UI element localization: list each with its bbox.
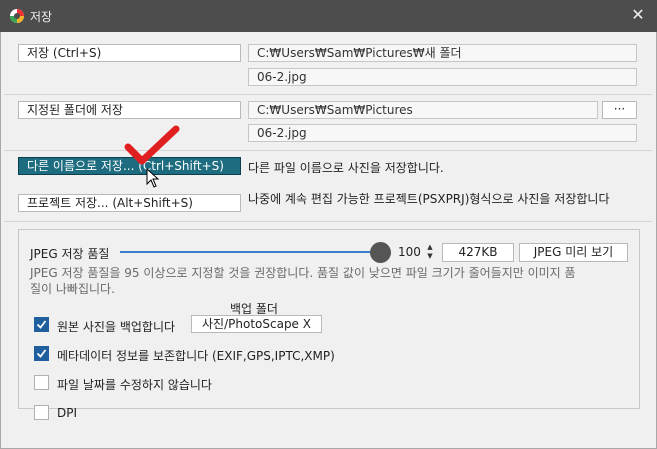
divider <box>4 150 652 151</box>
folder-filename-field: 06-2.jpg <box>248 124 637 142</box>
quality-stepper[interactable]: ▲ ▼ <box>424 243 436 261</box>
backup-original-label: 원본 사진을 백업합니다 <box>57 320 176 334</box>
file-size-display: 427KB <box>442 243 514 262</box>
stepper-up-icon[interactable]: ▲ <box>424 243 436 252</box>
save-path-field: C:₩Users₩Sam₩Pictures₩새 폴더 <box>248 44 637 62</box>
close-icon[interactable]: ✕ <box>629 6 647 24</box>
save-as-description: 다른 파일 이름으로 사진을 저장합니다. <box>248 161 444 175</box>
divider <box>4 221 652 222</box>
mouse-pointer-icon <box>146 167 160 191</box>
stepper-down-icon[interactable]: ▼ <box>424 252 436 261</box>
red-checkmark-icon <box>124 125 180 172</box>
browse-folder-button[interactable]: ··· <box>602 101 637 119</box>
dpi-label: DPI <box>57 406 78 420</box>
save-button[interactable]: 저장 (Ctrl+S) <box>18 44 241 62</box>
title-bar: 저장 ✕ <box>0 0 657 32</box>
backup-folder-field[interactable]: 사진/PhotoScape X <box>191 315 322 333</box>
preserve-metadata-label: 메타데이터 정보를 보존합니다 (EXIF,GPS,IPTC,XMP) <box>57 349 335 363</box>
jpeg-preview-button[interactable]: JPEG 미리 보기 <box>519 243 628 262</box>
photoscape-logo-icon <box>9 8 25 24</box>
folder-path-field: C:₩Users₩Sam₩Pictures <box>248 101 598 119</box>
keep-file-date-label: 파일 날짜를 수정하지 않습니다 <box>57 378 212 392</box>
save-filename-field: 06-2.jpg <box>248 68 637 86</box>
preserve-metadata-checkbox[interactable] <box>34 346 49 361</box>
keep-file-date-checkbox[interactable] <box>34 375 49 390</box>
window-title: 저장 <box>30 10 53 24</box>
jpeg-quality-label: JPEG 저장 품질 <box>30 247 110 261</box>
jpeg-hint-line2: 질이 나빠집니다. <box>30 282 115 296</box>
jpeg-hint-line1: JPEG 저장 품질을 95 이상으로 지정할 것을 권장합니다. 품질 값이 … <box>30 266 576 280</box>
jpeg-quality-slider-thumb[interactable] <box>370 242 391 263</box>
save-project-description: 나중에 계속 편집 가능한 프로젝트(PSXPRJ)형식으로 사진을 저장합니다 <box>248 192 610 206</box>
divider <box>4 94 652 95</box>
save-to-folder-button[interactable]: 지정된 폴더에 저장 <box>18 101 241 119</box>
backup-original-checkbox[interactable] <box>34 317 49 332</box>
jpeg-quality-value[interactable]: 100 <box>398 243 424 261</box>
jpeg-quality-slider[interactable] <box>120 251 380 253</box>
save-project-button[interactable]: 프로젝트 저장... (Alt+Shift+S) <box>18 194 241 212</box>
dpi-checkbox[interactable] <box>34 405 49 420</box>
